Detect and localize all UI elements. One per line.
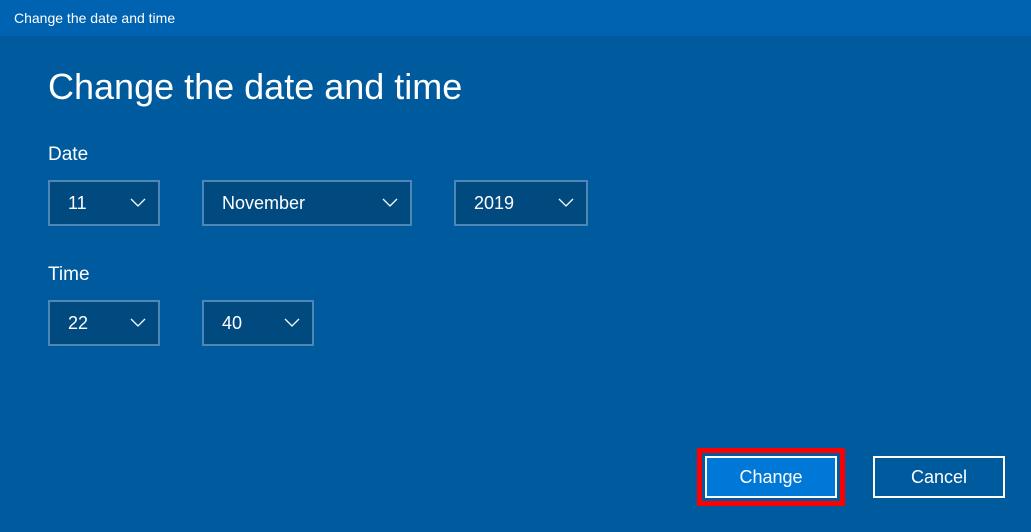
minute-value: 40 — [222, 313, 242, 334]
month-dropdown[interactable]: November — [202, 180, 412, 226]
chevron-down-icon — [130, 198, 146, 208]
month-value: November — [222, 193, 305, 214]
minute-dropdown[interactable]: 40 — [202, 300, 314, 346]
time-row: 22 40 — [48, 300, 983, 346]
time-label: Time — [48, 264, 983, 286]
year-value: 2019 — [474, 193, 514, 214]
cancel-button[interactable]: Cancel — [873, 456, 1005, 498]
chevron-down-icon — [130, 318, 146, 328]
hour-dropdown[interactable]: 22 — [48, 300, 160, 346]
titlebar: Change the date and time — [0, 0, 1031, 36]
date-row: 11 November 2019 — [48, 180, 983, 226]
year-dropdown[interactable]: 2019 — [454, 180, 588, 226]
dialog-content: Change the date and time Date 11 Novembe… — [0, 36, 1031, 404]
day-dropdown[interactable]: 11 — [48, 180, 160, 226]
page-title: Change the date and time — [48, 66, 983, 108]
change-button-highlight: Change — [697, 448, 845, 506]
day-value: 11 — [68, 193, 87, 214]
chevron-down-icon — [382, 198, 398, 208]
change-button[interactable]: Change — [705, 456, 837, 498]
titlebar-text: Change the date and time — [14, 10, 175, 26]
chevron-down-icon — [284, 318, 300, 328]
dialog-footer: Change Cancel — [697, 448, 1005, 506]
chevron-down-icon — [558, 198, 574, 208]
date-label: Date — [48, 144, 983, 166]
hour-value: 22 — [68, 313, 88, 334]
